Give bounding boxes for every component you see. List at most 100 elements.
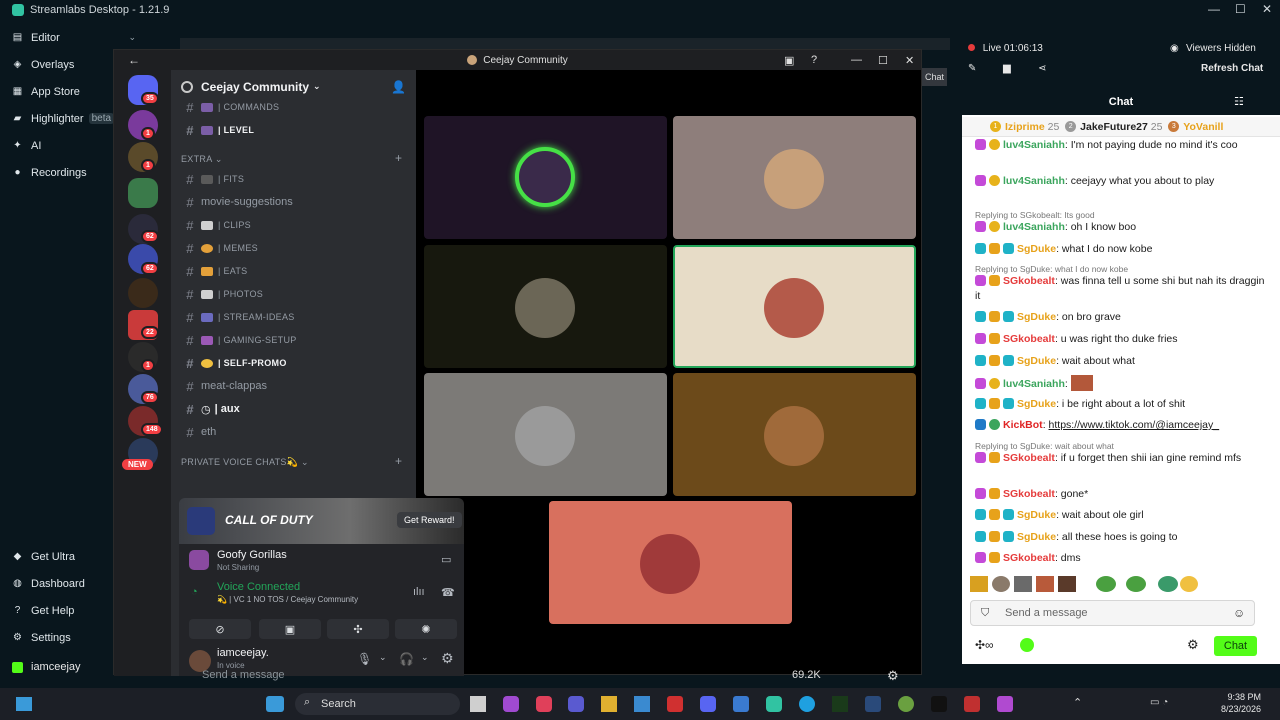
- category-header[interactable]: PRIVATE VOICE CHATS💫 ⌄: [181, 457, 309, 468]
- xbox-icon[interactable]: [898, 696, 914, 712]
- channel-item[interactable]: # | GAMING-SETUP: [179, 330, 409, 350]
- chevron-down-icon[interactable]: ⌄: [421, 652, 429, 663]
- add-channel-icon[interactable]: +: [395, 454, 402, 468]
- video-tile[interactable]: [424, 116, 667, 239]
- headphones-icon[interactable]: 🎧: [399, 652, 414, 666]
- video-tile[interactable]: [673, 116, 916, 239]
- inbox-icon[interactable]: ▣: [784, 54, 794, 67]
- disconnect-icon[interactable]: ☎: [441, 586, 455, 599]
- copilot-icon[interactable]: [503, 696, 519, 712]
- close-icon[interactable]: ✕: [905, 54, 914, 67]
- emote-icon[interactable]: [1126, 576, 1146, 592]
- help-icon[interactable]: ?: [811, 54, 817, 66]
- camera-icon[interactable]: ▆: [1003, 63, 1011, 74]
- app-icon[interactable]: [997, 696, 1013, 712]
- emote-icon[interactable]: [1096, 576, 1116, 592]
- maximize-icon[interactable]: ☐: [1235, 2, 1246, 16]
- add-channel-icon[interactable]: +: [395, 151, 402, 165]
- sidebar-item-editor[interactable]: ▤ Editor ⌄: [0, 24, 140, 51]
- chat-send-button[interactable]: Chat: [1214, 636, 1257, 656]
- eye-icon[interactable]: ◉: [1170, 43, 1179, 54]
- maximize-icon[interactable]: ☐: [878, 54, 888, 67]
- tiktok-icon[interactable]: [931, 696, 947, 712]
- store-icon[interactable]: [634, 696, 650, 712]
- kick-icon[interactable]: [1020, 638, 1034, 652]
- chat-settings-icon[interactable]: ⚙: [1187, 637, 1199, 653]
- channel-item[interactable]: # | FITS: [179, 169, 409, 189]
- channel-item[interactable]: # | PHOTOS: [179, 284, 409, 304]
- emote-icon[interactable]: [1014, 576, 1032, 592]
- message-input[interactable]: Send a message 69.2K ⚙: [182, 668, 942, 687]
- music-icon[interactable]: [536, 696, 552, 712]
- channel-item[interactable]: # eth: [179, 422, 409, 442]
- chevron-down-icon[interactable]: ⌄: [379, 652, 387, 663]
- emote-icon[interactable]: [1036, 576, 1054, 592]
- chevron-down-icon[interactable]: ⌄: [128, 32, 136, 43]
- chat-link[interactable]: https://www.tiktok.com/@iamceejay_: [1049, 419, 1220, 431]
- share-icon[interactable]: ⋖: [1038, 63, 1046, 74]
- users-icon[interactable]: ☷: [1234, 95, 1244, 108]
- chat-input[interactable]: ⛉ Send a message ☺: [970, 600, 1255, 626]
- viewers-hidden[interactable]: Viewers Hidden: [1186, 43, 1256, 54]
- channel-item[interactable]: # meat-clappas: [179, 376, 409, 396]
- settings-icon[interactable]: ⚙: [887, 668, 899, 684]
- emote-icon[interactable]: [970, 576, 988, 592]
- close-icon[interactable]: ✕: [1262, 2, 1272, 16]
- video-tile[interactable]: [424, 245, 667, 368]
- channel-item[interactable]: # | STREAM-IDEAS: [179, 307, 409, 327]
- channel-item[interactable]: # | MEMES: [179, 238, 409, 258]
- points-icon[interactable]: ✣∞: [975, 638, 994, 652]
- network-icon[interactable]: ▭ ◔: [1150, 697, 1168, 708]
- screen-share-icon[interactable]: ▭: [441, 553, 451, 566]
- minimize-icon[interactable]: —: [1208, 2, 1220, 16]
- back-arrow-icon[interactable]: ←: [128, 53, 140, 67]
- discord-taskbar-icon[interactable]: [700, 696, 716, 712]
- steam-icon[interactable]: [865, 696, 881, 712]
- edge-icon[interactable]: [799, 696, 815, 712]
- soundboard-button[interactable]: ✺: [395, 619, 457, 639]
- activities-button[interactable]: ✣: [327, 619, 389, 639]
- tray-chevron-icon[interactable]: ⌃: [1073, 696, 1082, 709]
- start-icon[interactable]: [16, 697, 32, 711]
- streamlabs-taskbar-icon[interactable]: [766, 696, 782, 712]
- task-view-icon[interactable]: [470, 696, 486, 712]
- category-header[interactable]: EXTRA ⌄: [181, 154, 223, 165]
- teams-icon[interactable]: [568, 696, 584, 712]
- settings-icon[interactable]: ⚙: [441, 650, 454, 667]
- background-chat-tab[interactable]: Chat: [922, 68, 947, 86]
- app-icon[interactable]: [832, 696, 848, 712]
- get-reward-button[interactable]: Get Reward!: [397, 512, 462, 528]
- share-screen-button[interactable]: ▣: [259, 619, 321, 639]
- app-icon[interactable]: [667, 696, 683, 712]
- channel-item[interactable]: # ◷ | aux: [179, 399, 409, 419]
- emote-icon[interactable]: [992, 576, 1010, 592]
- emote-icon[interactable]: [1058, 576, 1076, 592]
- voice-status[interactable]: Voice Connected: [217, 581, 300, 593]
- noise-icon[interactable]: ılıı: [413, 586, 425, 598]
- promo-banner[interactable]: CALL OF DUTY Get Reward!: [179, 498, 464, 544]
- edit-icon[interactable]: ✎: [968, 63, 976, 74]
- app-icon[interactable]: [733, 696, 749, 712]
- video-tile-speaking[interactable]: [673, 245, 916, 368]
- refresh-chat-button[interactable]: Refresh Chat: [1201, 63, 1263, 74]
- emote-icon[interactable]: [1158, 576, 1178, 592]
- taskbar-search[interactable]: ⌕ Search: [295, 693, 460, 715]
- invite-icon[interactable]: 👤: [391, 80, 406, 94]
- video-tile[interactable]: [424, 373, 667, 496]
- channel-item[interactable]: # | LEVEL: [179, 120, 409, 140]
- emote-icon[interactable]: [1180, 576, 1198, 592]
- clock[interactable]: 9:38 PM 8/23/2026: [1201, 691, 1261, 715]
- voice-channel[interactable]: 💫 | VC 1 NO TOS / Ceejay Community: [217, 595, 358, 604]
- server-icon[interactable]: [128, 278, 158, 308]
- video-tile[interactable]: [673, 373, 916, 496]
- video-tile[interactable]: [549, 501, 792, 624]
- channel-item[interactable]: # movie-suggestions: [179, 192, 409, 212]
- emoji-picker-icon[interactable]: ☺: [1233, 606, 1245, 620]
- app-icon[interactable]: [964, 696, 980, 712]
- channel-item[interactable]: # | EATS: [179, 261, 409, 281]
- windows-icon[interactable]: [266, 696, 284, 712]
- minimize-icon[interactable]: —: [851, 54, 862, 66]
- channel-item[interactable]: # | COMMANDS: [179, 97, 409, 117]
- microphone-icon[interactable]: 🎙: [357, 652, 372, 666]
- channel-item[interactable]: # | CLIPS: [179, 215, 409, 235]
